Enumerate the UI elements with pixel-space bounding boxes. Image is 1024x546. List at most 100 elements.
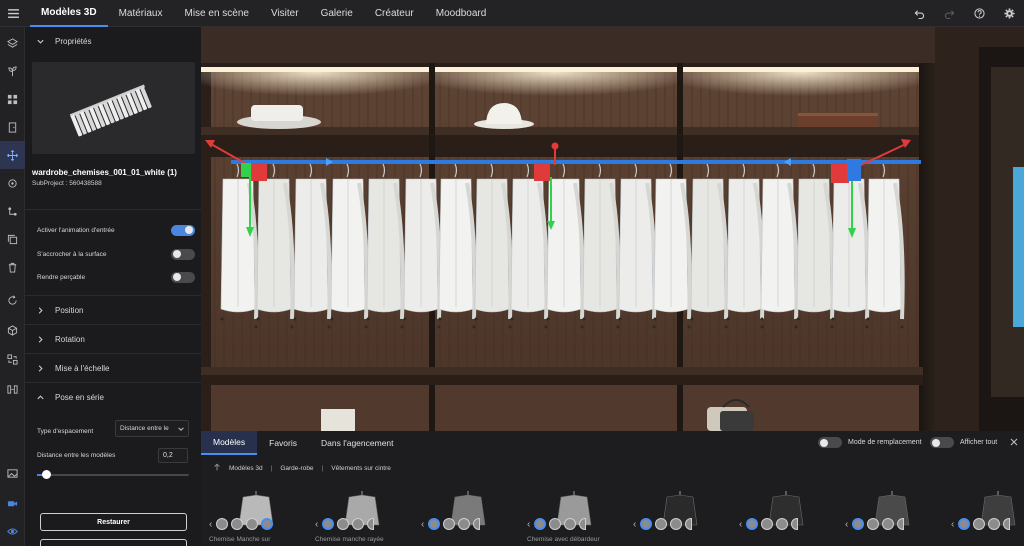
color-swatch[interactable] xyxy=(958,518,971,530)
split-icon[interactable] xyxy=(0,375,25,403)
color-swatch[interactable] xyxy=(322,518,335,530)
color-swatch[interactable] xyxy=(549,518,562,530)
section-series[interactable]: Pose en série xyxy=(25,383,201,411)
hamburger-icon[interactable] xyxy=(0,0,26,27)
color-swatch[interactable] xyxy=(897,518,905,530)
color-swatch[interactable] xyxy=(579,518,587,530)
chevron-left-icon[interactable]: ‹ xyxy=(739,519,742,530)
slider-handle[interactable] xyxy=(42,470,52,479)
section-position[interactable]: Position xyxy=(25,296,201,324)
color-swatch[interactable] xyxy=(973,518,986,530)
catalog-card[interactable]: ‹ xyxy=(417,481,523,546)
catalog-card[interactable]: ‹ xyxy=(841,481,947,546)
color-swatch[interactable] xyxy=(337,518,350,530)
section-proprietes[interactable]: Propriétés xyxy=(25,27,201,55)
move-icon[interactable] xyxy=(0,141,25,169)
color-swatch[interactable] xyxy=(685,518,693,530)
color-swatch[interactable] xyxy=(852,518,865,530)
snap-surface-switch[interactable] xyxy=(171,248,195,260)
undo-icon[interactable] xyxy=(904,0,934,27)
catalog-card[interactable]: ‹ Chemise manche rayée xyxy=(311,481,417,546)
tab-modeles[interactable]: Modèles xyxy=(201,431,258,455)
color-swatch[interactable] xyxy=(443,518,456,530)
distance-input[interactable]: 0,2 xyxy=(158,448,188,463)
color-swatch[interactable] xyxy=(261,518,274,530)
color-swatch[interactable] xyxy=(746,518,759,530)
color-swatch[interactable] xyxy=(534,518,547,530)
color-swatch[interactable] xyxy=(867,518,880,530)
color-swatch[interactable] xyxy=(428,518,441,530)
piercable-switch[interactable] xyxy=(171,271,195,283)
help-icon[interactable] xyxy=(964,0,994,27)
color-swatch[interactable] xyxy=(246,518,259,530)
catalog-card[interactable]: ‹ xyxy=(947,481,1024,546)
color-swatch[interactable] xyxy=(367,518,375,530)
color-swatch[interactable] xyxy=(988,518,1001,530)
camera-icon[interactable] xyxy=(0,489,25,517)
color-swatch[interactable] xyxy=(1003,518,1011,530)
color-swatch[interactable] xyxy=(670,518,683,530)
chevron-left-icon[interactable]: ‹ xyxy=(209,519,212,530)
chevron-left-icon[interactable]: ‹ xyxy=(315,519,318,530)
entry-animation-switch[interactable] xyxy=(171,224,195,236)
door-icon[interactable] xyxy=(0,113,25,141)
arrange-icon[interactable] xyxy=(0,345,25,373)
tab-galerie[interactable]: Galerie xyxy=(310,0,364,27)
grid-icon[interactable] xyxy=(0,85,25,113)
settings-icon[interactable] xyxy=(994,0,1024,27)
color-swatch[interactable] xyxy=(761,518,774,530)
color-swatch[interactable] xyxy=(216,518,229,530)
chevron-left-icon[interactable]: ‹ xyxy=(527,519,530,530)
color-swatch[interactable] xyxy=(458,518,471,530)
chevron-left-icon[interactable]: ‹ xyxy=(845,519,848,530)
catalog-card[interactable]: ‹ xyxy=(735,481,841,546)
breadcrumb-item[interactable]: Modèles 3d xyxy=(229,465,263,472)
tab-dans-agencement[interactable]: Dans l'agencement xyxy=(309,431,406,455)
breadcrumb-item[interactable]: Vêtements sur cintre xyxy=(331,465,391,472)
target-icon[interactable] xyxy=(0,169,25,197)
distance-slider[interactable] xyxy=(37,470,189,479)
tab-createur[interactable]: Créateur xyxy=(364,0,425,27)
close-icon[interactable] xyxy=(1009,437,1019,447)
restore-button[interactable]: Restaurer xyxy=(40,513,187,531)
secondary-button[interactable] xyxy=(40,539,187,546)
color-swatch[interactable] xyxy=(791,518,799,530)
3d-viewport[interactable] xyxy=(201,27,1024,431)
color-swatch[interactable] xyxy=(231,518,244,530)
catalog-card[interactable]: ‹ xyxy=(629,481,735,546)
eye-icon[interactable] xyxy=(0,517,25,545)
chevron-left-icon[interactable]: ‹ xyxy=(951,519,954,530)
show-all-switch[interactable] xyxy=(930,437,954,448)
color-swatch[interactable] xyxy=(640,518,653,530)
color-swatch[interactable] xyxy=(655,518,668,530)
tab-visiter[interactable]: Visiter xyxy=(260,0,310,27)
tab-materiaux[interactable]: Matériaux xyxy=(108,0,174,27)
color-swatch[interactable] xyxy=(882,518,895,530)
tab-moodboard[interactable]: Moodboard xyxy=(425,0,498,27)
tab-mise-en-scene[interactable]: Mise en scène xyxy=(173,0,259,27)
tab-modeles-3d[interactable]: Modèles 3D xyxy=(30,0,108,27)
breadcrumb-item[interactable]: Garde-robe xyxy=(280,465,313,472)
color-swatch[interactable] xyxy=(473,518,481,530)
catalog-card[interactable]: ‹ Chemise avec débardeur xyxy=(523,481,629,546)
layers-icon[interactable] xyxy=(0,29,25,57)
replace-mode-switch[interactable] xyxy=(818,437,842,448)
catalog-card[interactable]: ‹ Chemise Manche sur xyxy=(205,481,311,546)
node-icon[interactable] xyxy=(0,197,25,225)
image-icon[interactable] xyxy=(0,459,25,487)
copy-icon[interactable] xyxy=(0,225,25,253)
section-scale[interactable]: Mise à l'échelle xyxy=(25,354,201,382)
trash-icon[interactable] xyxy=(0,253,25,281)
spacing-type-select[interactable]: Distance entre le xyxy=(115,420,189,437)
cube-icon[interactable] xyxy=(0,316,25,344)
plant-icon[interactable] xyxy=(0,57,25,85)
chevron-left-icon[interactable]: ‹ xyxy=(421,519,424,530)
tab-favoris[interactable]: Favoris xyxy=(257,431,309,455)
redo-icon[interactable] xyxy=(934,0,964,27)
color-swatch[interactable] xyxy=(352,518,365,530)
section-rotation[interactable]: Rotation xyxy=(25,325,201,353)
arrow-up-icon[interactable] xyxy=(213,463,221,473)
chevron-left-icon[interactable]: ‹ xyxy=(633,519,636,530)
rotate-icon[interactable] xyxy=(0,286,25,314)
color-swatch[interactable] xyxy=(776,518,789,530)
